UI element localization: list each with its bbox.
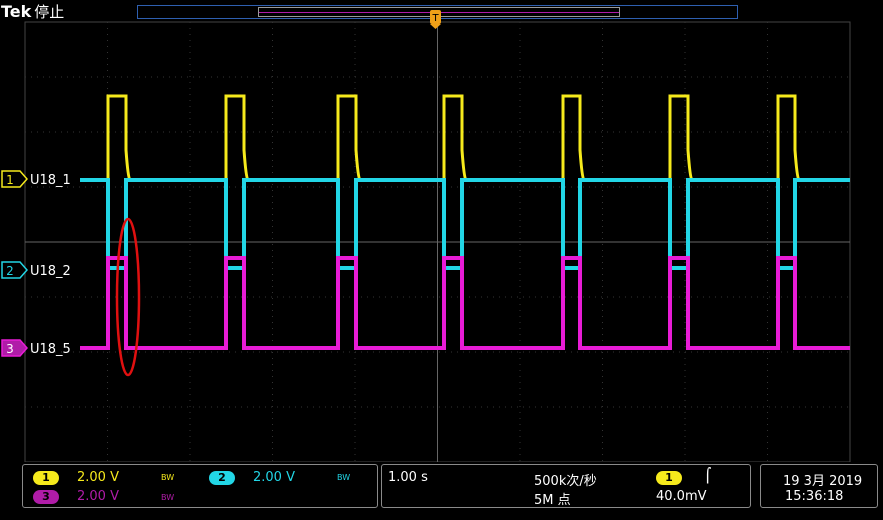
trigger-source-badge[interactable]: 1 xyxy=(656,471,682,485)
graticule-grid xyxy=(24,21,851,462)
ch2-bandwidth-icon: BW xyxy=(337,473,351,482)
ch2-position-marker[interactable]: 2 U18_2 xyxy=(1,261,71,279)
ch1-waveform xyxy=(80,94,850,182)
channel-settings-box[interactable]: 1 2.00 V BW 2 2.00 V BW 3 2.00 V BW xyxy=(22,464,378,508)
ch2-badge[interactable]: 2 xyxy=(209,471,235,485)
ch1-label: U18_1 xyxy=(30,173,71,188)
ch2-waveform xyxy=(80,178,850,270)
waveform-display[interactable]: T 1 U18_1 2 U18_2 3 U18_5 xyxy=(0,0,883,462)
ch2-scale[interactable]: 2.00 V xyxy=(253,470,295,485)
record-length[interactable]: 5M 点 xyxy=(534,489,571,508)
ch3-bandwidth-icon: BW xyxy=(161,493,175,502)
datetime-box: 19 3月 2019 15:36:18 xyxy=(760,464,878,508)
date-display: 19 3月 2019 xyxy=(783,474,863,489)
ch3-label: U18_5 xyxy=(30,342,71,357)
ch1-bandwidth-icon: BW xyxy=(161,473,175,482)
sample-rate: 500k次/秒 xyxy=(534,474,597,489)
ch1-scale[interactable]: 2.00 V xyxy=(77,470,119,485)
ch3-number: 3 xyxy=(6,342,14,356)
ch1-number: 1 xyxy=(6,173,14,187)
trigger-level[interactable]: 40.0mV xyxy=(656,489,707,504)
trigger-marker-label: T xyxy=(431,13,439,24)
acquisition-box[interactable]: 1.00 s 500k次/秒 5M 点 1 ⌠ 40.0mV xyxy=(381,464,751,508)
ch3-scale[interactable]: 2.00 V xyxy=(77,489,119,504)
ch2-number: 2 xyxy=(6,264,14,278)
ch3-badge[interactable]: 3 xyxy=(33,490,59,504)
status-bar: 1 2.00 V BW 2 2.00 V BW 3 2.00 V BW 1.00… xyxy=(0,462,883,520)
ch3-position-marker[interactable]: 3 U18_5 xyxy=(1,339,71,357)
ch3-waveform xyxy=(80,256,850,350)
ch2-label: U18_2 xyxy=(30,264,71,279)
time-display: 15:36:18 xyxy=(785,489,844,504)
timebase[interactable]: 1.00 s xyxy=(388,470,428,485)
trigger-slope-icon[interactable]: ⌠ xyxy=(704,468,711,484)
ch1-badge[interactable]: 1 xyxy=(33,471,59,485)
ch1-position-marker[interactable]: 1 U18_1 xyxy=(1,170,71,188)
trigger-position-marker[interactable]: T xyxy=(430,10,441,29)
